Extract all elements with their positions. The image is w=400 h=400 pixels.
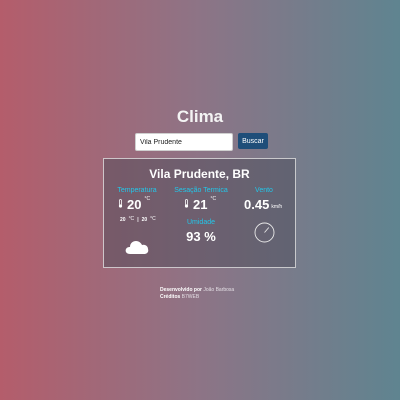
feels-like-value: 21 °C (184, 196, 217, 212)
feels-like-number: 21 (193, 197, 208, 212)
page-title: Clima (176, 107, 224, 126)
thermometer-icon (184, 199, 189, 208)
credits-name: B7WEB (181, 294, 200, 300)
footer: Desenvolvido por João Barbosa Créditos B… (160, 287, 234, 301)
wind-number: 0.45 (244, 197, 270, 212)
developed-by-label: Desenvolvido por (160, 287, 202, 293)
humidity-value: 93 % (186, 229, 216, 244)
credits-label: Créditos (160, 294, 181, 300)
temperature-label: Temperatura (117, 187, 157, 194)
wind-label: Vento (255, 187, 273, 194)
search-button[interactable]: Buscar (238, 133, 268, 149)
min-max-separator: | (137, 217, 139, 223)
weather-card: Vila Prudente, BR Temperatura 20 °C 20 °… (103, 158, 296, 268)
feels-like-label: Sesação Termica (174, 187, 228, 194)
wind-unit: km/h (271, 203, 283, 210)
temperature-value: 20 °C (118, 196, 151, 212)
feels-like-unit: °C (210, 196, 217, 202)
search-form: Buscar (135, 133, 268, 151)
temperature-min-max: 20 °C | 20 °C (120, 216, 156, 223)
developer-name: João Barbosa (203, 287, 235, 293)
temperature-min-unit: °C (128, 216, 135, 222)
temperature-max: 20 (141, 217, 148, 223)
temperature-unit: °C (144, 196, 151, 202)
thermometer-icon (118, 199, 123, 208)
temperature-max-unit: °C (150, 216, 156, 222)
city-search-input[interactable] (135, 133, 233, 151)
cloud-icon (125, 241, 149, 254)
footer-developer-line: Desenvolvido por João Barbosa (160, 287, 234, 294)
humidity-label: Umidade (186, 219, 215, 226)
compass-icon (254, 222, 275, 243)
temperature-min: 20 (120, 217, 126, 223)
temperature-number: 20 (127, 197, 142, 212)
wind-value: 0.45 km/h (244, 197, 282, 212)
location-title: Vila Prudente, BR (149, 167, 250, 181)
footer-credits-line: Créditos B7WEB (160, 294, 234, 301)
